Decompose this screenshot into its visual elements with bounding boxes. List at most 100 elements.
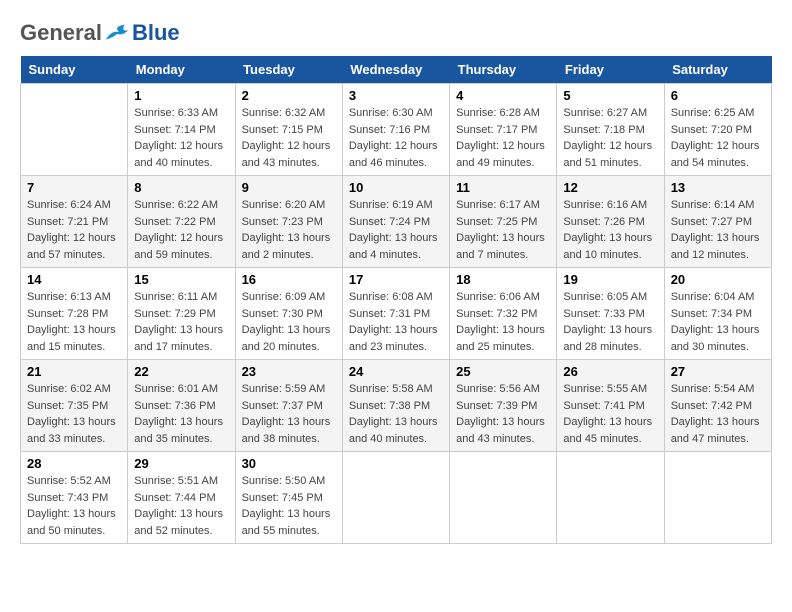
day-info: Sunrise: 6:04 AM Sunset: 7:34 PM Dayligh… [671, 289, 765, 355]
calendar-cell: 22 Sunrise: 6:01 AM Sunset: 7:36 PM Dayl… [128, 360, 235, 452]
calendar-cell: 6 Sunrise: 6:25 AM Sunset: 7:20 PM Dayli… [664, 84, 771, 176]
daylight: Daylight: 13 hours and 52 minutes. [134, 508, 223, 537]
calendar-cell: 26 Sunrise: 5:55 AM Sunset: 7:41 PM Dayl… [557, 360, 664, 452]
calendar-cell: 15 Sunrise: 6:11 AM Sunset: 7:29 PM Dayl… [128, 268, 235, 360]
calendar-cell: 18 Sunrise: 6:06 AM Sunset: 7:32 PM Dayl… [450, 268, 557, 360]
weekday-header-tuesday: Tuesday [235, 56, 342, 84]
daylight: Daylight: 13 hours and 45 minutes. [563, 416, 652, 445]
day-info: Sunrise: 5:51 AM Sunset: 7:44 PM Dayligh… [134, 473, 228, 539]
sunset: Sunset: 7:15 PM [242, 124, 323, 136]
day-info: Sunrise: 6:27 AM Sunset: 7:18 PM Dayligh… [563, 105, 657, 171]
daylight: Daylight: 13 hours and 47 minutes. [671, 416, 760, 445]
daylight: Daylight: 12 hours and 46 minutes. [349, 140, 438, 169]
day-info: Sunrise: 6:30 AM Sunset: 7:16 PM Dayligh… [349, 105, 443, 171]
sunset: Sunset: 7:42 PM [671, 400, 752, 412]
day-number: 17 [349, 272, 443, 287]
daylight: Daylight: 13 hours and 25 minutes. [456, 324, 545, 353]
day-info: Sunrise: 6:33 AM Sunset: 7:14 PM Dayligh… [134, 105, 228, 171]
day-number: 10 [349, 180, 443, 195]
calendar-cell: 5 Sunrise: 6:27 AM Sunset: 7:18 PM Dayli… [557, 84, 664, 176]
day-number: 20 [671, 272, 765, 287]
sunrise: Sunrise: 6:16 AM [563, 199, 647, 211]
sunrise: Sunrise: 6:22 AM [134, 199, 218, 211]
logo-blue: Blue [132, 20, 180, 46]
day-number: 9 [242, 180, 336, 195]
weekday-header-wednesday: Wednesday [342, 56, 449, 84]
sunset: Sunset: 7:17 PM [456, 124, 537, 136]
week-row-1: 1 Sunrise: 6:33 AM Sunset: 7:14 PM Dayli… [21, 84, 772, 176]
sunrise: Sunrise: 6:28 AM [456, 107, 540, 119]
sunset: Sunset: 7:28 PM [27, 308, 108, 320]
day-info: Sunrise: 6:05 AM Sunset: 7:33 PM Dayligh… [563, 289, 657, 355]
daylight: Daylight: 13 hours and 7 minutes. [456, 232, 545, 261]
day-info: Sunrise: 6:32 AM Sunset: 7:15 PM Dayligh… [242, 105, 336, 171]
day-number: 13 [671, 180, 765, 195]
sunrise: Sunrise: 5:58 AM [349, 383, 433, 395]
day-info: Sunrise: 5:58 AM Sunset: 7:38 PM Dayligh… [349, 381, 443, 447]
day-number: 2 [242, 88, 336, 103]
calendar-cell: 29 Sunrise: 5:51 AM Sunset: 7:44 PM Dayl… [128, 452, 235, 544]
sunrise: Sunrise: 6:24 AM [27, 199, 111, 211]
sunset: Sunset: 7:38 PM [349, 400, 430, 412]
day-number: 21 [27, 364, 121, 379]
sunset: Sunset: 7:41 PM [563, 400, 644, 412]
weekday-header-friday: Friday [557, 56, 664, 84]
week-row-5: 28 Sunrise: 5:52 AM Sunset: 7:43 PM Dayl… [21, 452, 772, 544]
calendar-cell: 16 Sunrise: 6:09 AM Sunset: 7:30 PM Dayl… [235, 268, 342, 360]
day-number: 26 [563, 364, 657, 379]
day-info: Sunrise: 6:09 AM Sunset: 7:30 PM Dayligh… [242, 289, 336, 355]
calendar-cell: 4 Sunrise: 6:28 AM Sunset: 7:17 PM Dayli… [450, 84, 557, 176]
sunrise: Sunrise: 5:54 AM [671, 383, 755, 395]
daylight: Daylight: 13 hours and 15 minutes. [27, 324, 116, 353]
day-number: 30 [242, 456, 336, 471]
calendar-cell: 10 Sunrise: 6:19 AM Sunset: 7:24 PM Dayl… [342, 176, 449, 268]
calendar-cell [342, 452, 449, 544]
day-info: Sunrise: 6:13 AM Sunset: 7:28 PM Dayligh… [27, 289, 121, 355]
sunset: Sunset: 7:27 PM [671, 216, 752, 228]
daylight: Daylight: 13 hours and 35 minutes. [134, 416, 223, 445]
day-number: 12 [563, 180, 657, 195]
sunset: Sunset: 7:14 PM [134, 124, 215, 136]
day-info: Sunrise: 5:59 AM Sunset: 7:37 PM Dayligh… [242, 381, 336, 447]
sunset: Sunset: 7:20 PM [671, 124, 752, 136]
day-number: 18 [456, 272, 550, 287]
weekday-header-saturday: Saturday [664, 56, 771, 84]
week-row-4: 21 Sunrise: 6:02 AM Sunset: 7:35 PM Dayl… [21, 360, 772, 452]
day-number: 23 [242, 364, 336, 379]
sunrise: Sunrise: 5:59 AM [242, 383, 326, 395]
sunset: Sunset: 7:31 PM [349, 308, 430, 320]
daylight: Daylight: 12 hours and 59 minutes. [134, 232, 223, 261]
daylight: Daylight: 12 hours and 40 minutes. [134, 140, 223, 169]
day-number: 8 [134, 180, 228, 195]
calendar-cell: 27 Sunrise: 5:54 AM Sunset: 7:42 PM Dayl… [664, 360, 771, 452]
daylight: Daylight: 13 hours and 30 minutes. [671, 324, 760, 353]
sunrise: Sunrise: 6:02 AM [27, 383, 111, 395]
sunrise: Sunrise: 6:25 AM [671, 107, 755, 119]
calendar-cell: 13 Sunrise: 6:14 AM Sunset: 7:27 PM Dayl… [664, 176, 771, 268]
sunrise: Sunrise: 5:50 AM [242, 475, 326, 487]
page-header: General Blue [20, 20, 772, 46]
sunset: Sunset: 7:36 PM [134, 400, 215, 412]
calendar-cell [21, 84, 128, 176]
day-number: 28 [27, 456, 121, 471]
weekday-header-thursday: Thursday [450, 56, 557, 84]
sunrise: Sunrise: 6:30 AM [349, 107, 433, 119]
calendar-cell [664, 452, 771, 544]
day-number: 29 [134, 456, 228, 471]
sunrise: Sunrise: 6:32 AM [242, 107, 326, 119]
daylight: Daylight: 13 hours and 23 minutes. [349, 324, 438, 353]
calendar-cell: 19 Sunrise: 6:05 AM Sunset: 7:33 PM Dayl… [557, 268, 664, 360]
sunset: Sunset: 7:21 PM [27, 216, 108, 228]
calendar-cell: 7 Sunrise: 6:24 AM Sunset: 7:21 PM Dayli… [21, 176, 128, 268]
sunrise: Sunrise: 6:08 AM [349, 291, 433, 303]
daylight: Daylight: 12 hours and 43 minutes. [242, 140, 331, 169]
sunset: Sunset: 7:16 PM [349, 124, 430, 136]
day-number: 7 [27, 180, 121, 195]
sunrise: Sunrise: 6:13 AM [27, 291, 111, 303]
day-info: Sunrise: 6:28 AM Sunset: 7:17 PM Dayligh… [456, 105, 550, 171]
sunset: Sunset: 7:22 PM [134, 216, 215, 228]
daylight: Daylight: 13 hours and 38 minutes. [242, 416, 331, 445]
sunset: Sunset: 7:37 PM [242, 400, 323, 412]
daylight: Daylight: 13 hours and 40 minutes. [349, 416, 438, 445]
day-info: Sunrise: 5:56 AM Sunset: 7:39 PM Dayligh… [456, 381, 550, 447]
